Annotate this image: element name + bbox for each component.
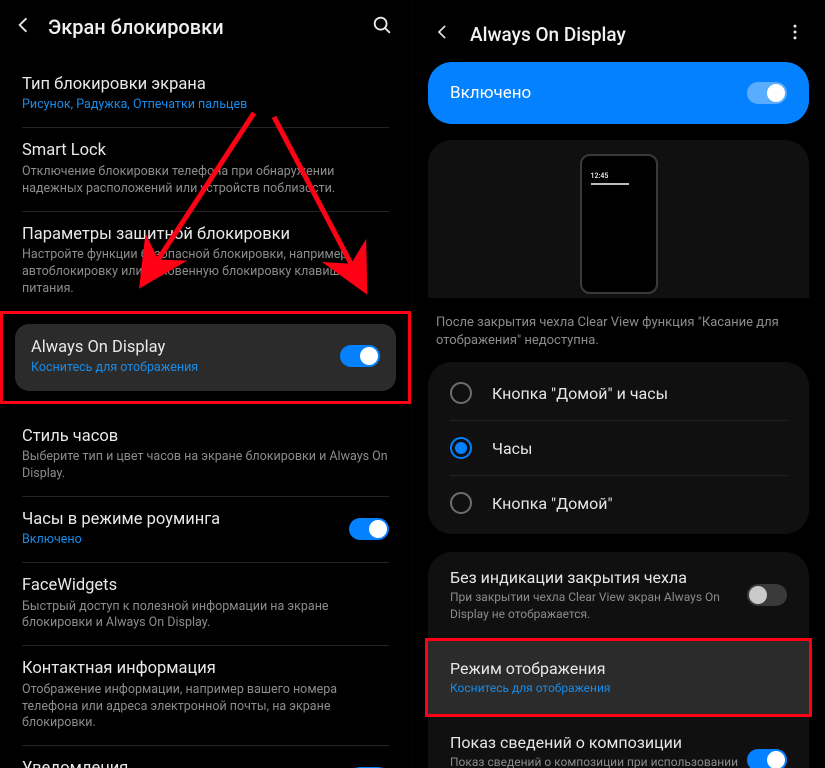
item-notifications[interactable]: Уведомления Включено [0,746,411,768]
radio-icon [450,437,472,459]
radio-clock[interactable]: Часы [428,421,809,475]
item-title: Стиль часов [22,426,389,447]
note-text: После закрытия чехла Clear View функция … [428,298,809,362]
item-subtitle: Включено [22,532,337,549]
toggle-master[interactable] [747,82,787,104]
item-title: Часы в режиме роуминга [22,509,337,530]
highlight-show-mode: Режим отображения Коснитесь для отображе… [425,638,812,717]
item-title: Без индикации закрытия чехла [450,568,747,587]
item-title: Контактная информация [22,658,389,679]
master-toggle-card[interactable]: Включено [428,62,809,124]
item-title: FaceWidgets [22,575,389,596]
item-subtitle: Коснитесь для отображения [450,680,787,696]
radio-home-and-clock[interactable]: Кнопка "Домой" и часы [428,366,809,420]
item-subtitle: Быстрый доступ к полезной информации на … [22,599,389,633]
item-roaming-clock[interactable]: Часы в режиме роуминга Включено [0,497,411,562]
toggle-composition[interactable] [747,749,787,768]
more-icon[interactable] [785,22,805,46]
item-aod[interactable]: Always On Display Коснитесь для отображе… [15,324,396,391]
item-subtitle: Отображение информации, например вашего … [22,682,389,733]
radio-label: Кнопка "Домой" и часы [492,384,787,403]
item-title: Smart Lock [22,140,389,161]
radio-label: Часы [492,439,787,458]
radio-home[interactable]: Кнопка "Домой" [428,476,809,530]
item-subtitle: Рисунок, Радужка, Отпечатки пальцев [22,97,389,114]
item-clock-style[interactable]: Стиль часов Выберите тип и цвет часов на… [0,414,411,496]
item-title: Always On Display [31,338,328,357]
item-subtitle: Настройте функции безопасной блокировки,… [22,247,389,298]
item-subtitle: Выберите тип и цвет часов на экране блок… [22,449,389,483]
radio-label: Кнопка "Домой" [492,494,787,513]
page-title: Экран блокировки [48,15,371,39]
item-title: Уведомления [22,758,337,768]
item-subtitle: Коснитесь для отображения [31,360,328,375]
item-subtitle: Показ сведений о композиции при использо… [450,754,747,768]
item-smart-lock[interactable]: Smart Lock Отключение блокировки телефон… [0,128,411,210]
item-subtitle: При закрытии чехла Clear View экран Alwa… [450,589,747,621]
radio-icon [450,382,472,404]
toggle-no-cover[interactable] [747,584,787,606]
item-title: Параметры защитной блокировки [22,224,389,245]
item-facewidgets[interactable]: FaceWidgets Быстрый доступ к полезной ин… [0,563,411,645]
item-title: Режим отображения [450,659,787,678]
preview-time: 12:45 [591,172,647,180]
highlight-aod: Always On Display Коснитесь для отображе… [0,311,411,404]
search-icon[interactable] [371,14,393,40]
item-show-mode[interactable]: Режим отображения Коснитесь для отображе… [428,641,809,714]
item-no-cover-indication[interactable]: Без индикации закрытия чехла При закрыти… [428,552,809,637]
radio-icon [450,492,472,514]
toggle-aod[interactable] [340,345,380,367]
back-icon[interactable] [432,22,452,46]
item-composition-info[interactable]: Показ сведений о композиции Показ сведен… [428,717,809,768]
master-toggle-label: Включено [450,83,747,103]
item-contact-info[interactable]: Контактная информация Отображение информ… [0,646,411,745]
item-title: Тип блокировки экрана [22,74,389,95]
toggle-roaming[interactable] [349,518,389,540]
item-subtitle: Отключение блокировки телефона при обнар… [22,164,389,198]
phone-mock: 12:45 [580,154,658,294]
item-lock-type[interactable]: Тип блокировки экрана Рисунок, Радужка, … [0,62,411,127]
item-secure-lock[interactable]: Параметры защитной блокировки Настройте … [0,212,411,311]
back-icon[interactable] [12,14,34,40]
aod-preview: 12:45 [428,140,809,298]
item-title: Показ сведений о композиции [450,733,747,752]
page-title: Always On Display [470,23,785,46]
